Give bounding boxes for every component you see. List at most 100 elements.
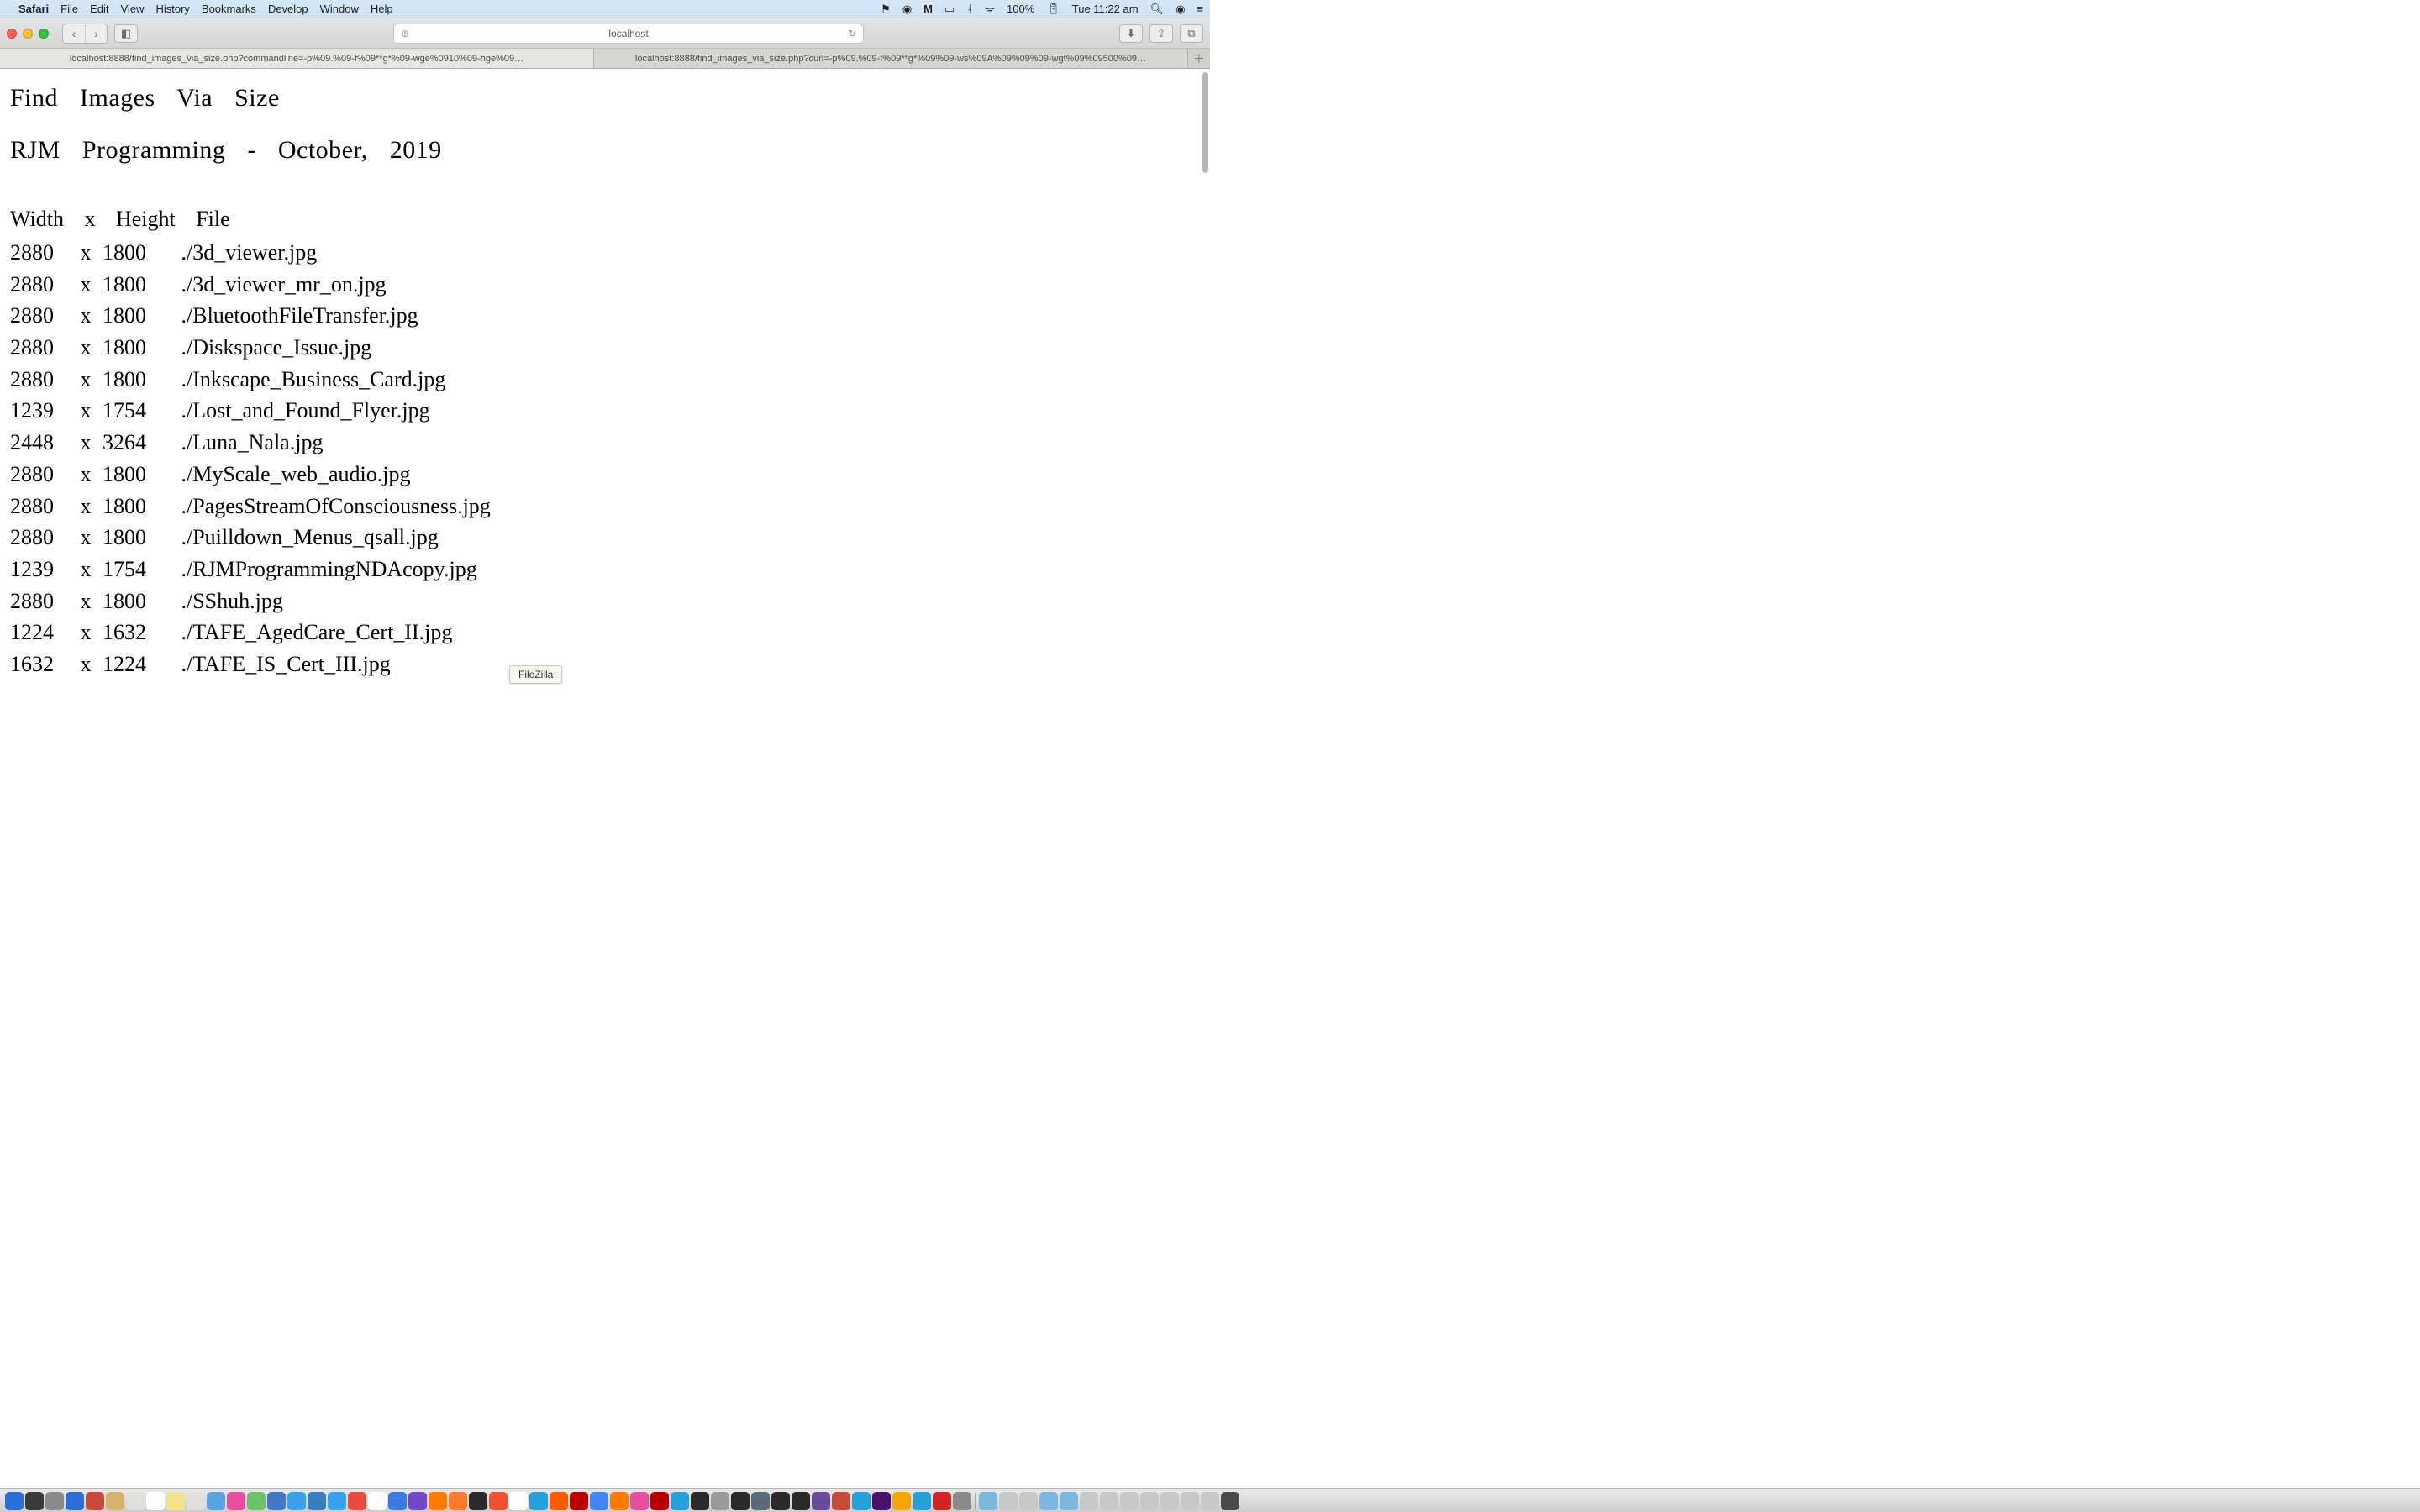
- dock-app-icon[interactable]: [146, 1492, 165, 1510]
- dock-app-icon[interactable]: [287, 1492, 306, 1510]
- zoom-window-button[interactable]: [39, 29, 49, 39]
- app-name[interactable]: Safari: [18, 3, 49, 15]
- menu-bookmarks[interactable]: Bookmarks: [202, 3, 256, 15]
- dock-app-icon[interactable]: [1181, 1492, 1199, 1510]
- address-bar[interactable]: ⊕ localhost ↻: [393, 24, 864, 44]
- dock-app-icon[interactable]: [1120, 1492, 1139, 1510]
- dock-app-icon[interactable]: [953, 1492, 971, 1510]
- dock-app-icon[interactable]: [999, 1492, 1018, 1510]
- dock-app-icon[interactable]: [1201, 1492, 1219, 1510]
- row-width: 1239: [10, 554, 69, 585]
- menu-help[interactable]: Help: [371, 3, 393, 15]
- dock-app-icon[interactable]: [489, 1492, 508, 1510]
- battery-icon[interactable]: 🔋︎: [1046, 3, 1060, 16]
- dock-app-icon[interactable]: [106, 1492, 124, 1510]
- dock-app-icon[interactable]: [1160, 1492, 1179, 1510]
- dock-app-icon[interactable]: [328, 1492, 346, 1510]
- menu-view[interactable]: View: [121, 3, 145, 15]
- spotlight-icon[interactable]: 🔍︎: [1150, 3, 1165, 16]
- dock-app-icon[interactable]: [429, 1492, 447, 1510]
- dock-app-icon[interactable]: [1221, 1492, 1239, 1510]
- dock-app-icon[interactable]: [45, 1492, 64, 1510]
- dock-app-icon[interactable]: [308, 1492, 326, 1510]
- dock-app-icon[interactable]: [207, 1492, 225, 1510]
- dock-app-icon[interactable]: [610, 1492, 629, 1510]
- dock-app-icon[interactable]: [529, 1492, 548, 1510]
- dock-app-icon[interactable]: [247, 1492, 266, 1510]
- bluetooth-icon[interactable]: ᚼ: [966, 3, 973, 15]
- dock-app-icon[interactable]: [933, 1492, 951, 1510]
- dock-app-icon[interactable]: [630, 1492, 649, 1510]
- dock-app-icon[interactable]: [5, 1492, 24, 1510]
- dock-app-icon[interactable]: [368, 1492, 387, 1510]
- dock-app-icon[interactable]: [267, 1492, 286, 1510]
- result-row: 2880x1800 ./SShuh.jpg: [10, 585, 1200, 617]
- downloads-button[interactable]: ⬇: [1119, 24, 1143, 43]
- dock-app-icon[interactable]: [892, 1492, 911, 1510]
- dock-app-icon[interactable]: [792, 1492, 810, 1510]
- reload-icon[interactable]: ↻: [848, 28, 856, 39]
- dock-app-icon[interactable]: [388, 1492, 407, 1510]
- dock-app-icon[interactable]: [166, 1492, 185, 1510]
- dock-app-icon[interactable]: [1140, 1492, 1159, 1510]
- dock-app-icon[interactable]: [1019, 1492, 1038, 1510]
- dock-app-icon[interactable]: [650, 1492, 669, 1510]
- dock-app-icon[interactable]: [812, 1492, 830, 1510]
- menu-window[interactable]: Window: [320, 3, 359, 15]
- dock-app-icon[interactable]: [227, 1492, 245, 1510]
- menu-file[interactable]: File: [60, 3, 78, 15]
- wifi-icon[interactable]: ᯤ: [985, 2, 995, 17]
- dock-app-icon[interactable]: [348, 1492, 366, 1510]
- menu-develop[interactable]: Develop: [268, 3, 308, 15]
- share-button[interactable]: ⇪: [1150, 24, 1173, 43]
- airplay-icon[interactable]: ▭: [944, 3, 955, 16]
- dock-app-icon[interactable]: [731, 1492, 750, 1510]
- dock-app-icon[interactable]: [872, 1492, 891, 1510]
- dock-app-icon[interactable]: [771, 1492, 790, 1510]
- dock-app-icon[interactable]: [126, 1492, 145, 1510]
- dock-app-icon[interactable]: [469, 1492, 487, 1510]
- menu-edit[interactable]: Edit: [90, 3, 108, 15]
- dock-app-icon[interactable]: [1100, 1492, 1118, 1510]
- menuextra-icon[interactable]: M: [923, 3, 933, 15]
- dock-app-icon[interactable]: [852, 1492, 871, 1510]
- battery-percent[interactable]: 100%: [1007, 3, 1034, 15]
- dock-app-icon[interactable]: [1060, 1492, 1078, 1510]
- dock-app-icon[interactable]: [691, 1492, 709, 1510]
- menu-history[interactable]: History: [155, 3, 189, 15]
- menuextra-icon[interactable]: ⚑: [881, 3, 891, 16]
- dock-app-icon[interactable]: [66, 1492, 84, 1510]
- dock-app-icon[interactable]: [86, 1492, 104, 1510]
- minimize-window-button[interactable]: [23, 29, 33, 39]
- dock-app-icon[interactable]: [913, 1492, 931, 1510]
- dock-app-icon[interactable]: [711, 1492, 729, 1510]
- browser-tab[interactable]: localhost:8888/find_images_via_size.php?…: [594, 49, 1188, 68]
- dock-app-icon[interactable]: [751, 1492, 770, 1510]
- dock-app-icon[interactable]: [509, 1492, 528, 1510]
- scrollbar-thumb[interactable]: [1202, 72, 1208, 173]
- dock-app-icon[interactable]: [979, 1492, 997, 1510]
- dock-app-icon[interactable]: [449, 1492, 467, 1510]
- dock-app-icon[interactable]: [550, 1492, 568, 1510]
- browser-tab[interactable]: localhost:8888/find_images_via_size.php?…: [0, 49, 594, 68]
- sidebar-toggle-button[interactable]: ◧: [114, 24, 138, 43]
- forward-button[interactable]: ›: [85, 24, 107, 43]
- dock-app-icon[interactable]: [832, 1492, 850, 1510]
- dock-app-icon[interactable]: [25, 1492, 44, 1510]
- dock-app-icon[interactable]: [1080, 1492, 1098, 1510]
- dock-app-icon[interactable]: [1039, 1492, 1058, 1510]
- clock[interactable]: Tue 11:22 am: [1072, 3, 1139, 15]
- notification-center-icon[interactable]: ≡: [1197, 3, 1203, 15]
- siri-icon[interactable]: ◉: [1176, 3, 1185, 16]
- new-tab-button[interactable]: ＋: [1188, 49, 1210, 68]
- menuextra-icon[interactable]: ◉: [902, 3, 912, 16]
- tabs-overview-button[interactable]: ⧉: [1180, 24, 1203, 43]
- dock-app-icon[interactable]: [590, 1492, 608, 1510]
- close-window-button[interactable]: [7, 29, 17, 39]
- dock-app-icon[interactable]: [671, 1492, 689, 1510]
- dock-app-icon[interactable]: [187, 1492, 205, 1510]
- dock-app-icon[interactable]: [408, 1492, 427, 1510]
- back-button[interactable]: ‹: [63, 24, 85, 43]
- add-page-icon[interactable]: ⊕: [401, 28, 409, 39]
- dock-app-icon[interactable]: [570, 1492, 588, 1510]
